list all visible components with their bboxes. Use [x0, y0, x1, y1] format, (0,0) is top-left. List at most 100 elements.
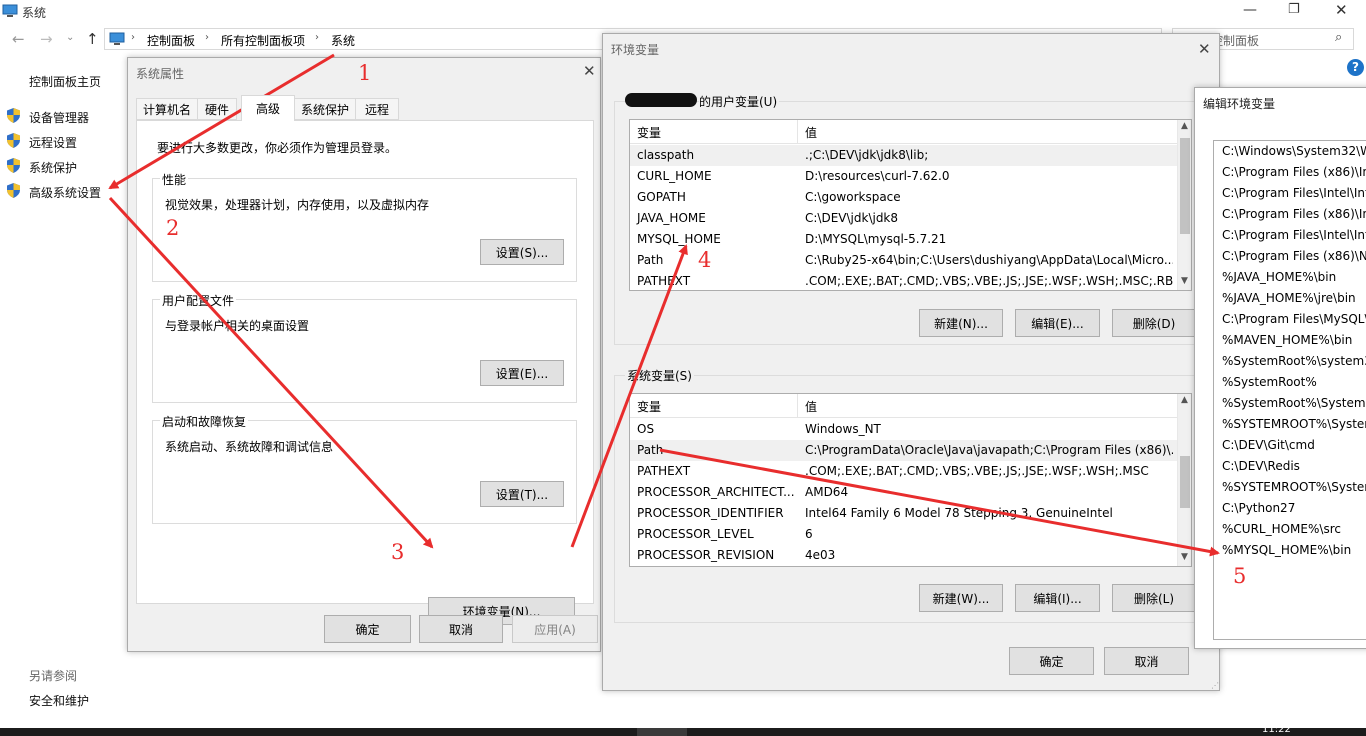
tab-remote[interactable]: 远程: [355, 98, 399, 120]
cancel-button[interactable]: 取消: [419, 615, 503, 643]
sidebar-item-label[interactable]: 远程设置: [29, 134, 77, 151]
breadcrumb-separator-icon: ›: [131, 32, 135, 43]
path-entry[interactable]: C:\Python27: [1222, 501, 1295, 515]
table-row[interactable]: CURL_HOME D:\resources\curl-7.62.0: [630, 166, 1191, 187]
table-row[interactable]: Path C:\Ruby25-x64\bin;C:\Users\dushiyang…: [630, 250, 1191, 271]
path-entry[interactable]: C:\Program Files\Intel\Int: [1222, 186, 1366, 200]
sidebar-item-label[interactable]: 设备管理器: [29, 109, 89, 126]
breadcrumb-item[interactable]: 控制面板: [147, 32, 195, 49]
chevron-down-icon[interactable]: ⌄: [66, 32, 74, 43]
path-entry[interactable]: C:\Program Files\Intel\Int: [1222, 228, 1366, 242]
tab-hardware[interactable]: 硬件: [197, 98, 237, 120]
system-new-button[interactable]: 新建(W)...: [919, 584, 1003, 612]
path-entry[interactable]: C:\DEV\Redis: [1222, 459, 1300, 473]
path-entry[interactable]: %SystemRoot%\System3: [1222, 396, 1366, 410]
scroll-up-icon[interactable]: ▲: [1181, 395, 1188, 405]
tab-label: 系统保护: [300, 102, 349, 117]
system-edit-button[interactable]: 编辑(I)...: [1015, 584, 1100, 612]
user-new-button[interactable]: 新建(N)...: [919, 309, 1003, 337]
path-entry[interactable]: %CURL_HOME%\src: [1222, 522, 1341, 536]
group-description: 视觉效果，处理器计划，内存使用，以及虚拟内存: [165, 198, 430, 212]
sidebar-item-label[interactable]: 系统保护: [29, 159, 77, 176]
user-profile-settings-button[interactable]: 设置(E)...: [480, 360, 564, 386]
path-entry[interactable]: C:\Program Files (x86)\In: [1222, 207, 1366, 221]
path-entry[interactable]: %SystemRoot%\system32: [1222, 354, 1366, 368]
path-entry[interactable]: C:\Program Files (x86)\NV: [1222, 249, 1366, 263]
ok-button[interactable]: 确定: [324, 615, 411, 643]
tab-computer-name[interactable]: 计算机名: [136, 98, 198, 120]
vertical-scrollbar[interactable]: ▲ ▼: [1177, 394, 1191, 566]
back-icon[interactable]: ←: [12, 30, 25, 48]
table-row[interactable]: PATHEXT .COM;.EXE;.BAT;.CMD;.VBS;.VBE;.JS…: [630, 271, 1191, 290]
system-delete-button[interactable]: 删除(L): [1112, 584, 1196, 612]
table-row[interactable]: PROCESSOR_ARCHITECT... AMD64: [630, 482, 1191, 503]
startup-settings-button[interactable]: 设置(T)...: [480, 481, 564, 507]
apply-button[interactable]: 应用(A): [512, 615, 598, 643]
path-entry[interactable]: C:\Program Files (x86)\In: [1222, 165, 1366, 179]
user-delete-button[interactable]: 删除(D): [1112, 309, 1196, 337]
path-entry[interactable]: C:\Windows\System32\W: [1222, 144, 1366, 158]
tab-system-protection[interactable]: 系统保护: [294, 98, 356, 120]
taskbar-app[interactable]: [637, 728, 687, 736]
see-also-heading: 另请参阅: [29, 669, 78, 683]
table-row[interactable]: classpath .;C:\DEV\jdk\jdk8\lib;: [630, 145, 1191, 166]
column-header-variable[interactable]: 变量: [637, 124, 661, 141]
scroll-down-icon[interactable]: ▼: [1181, 552, 1188, 562]
column-header-value[interactable]: 值: [805, 398, 817, 415]
table-row[interactable]: PROCESSOR_REVISION 4e03: [630, 545, 1191, 566]
security-maintenance-link[interactable]: 安全和维护: [29, 692, 89, 709]
table-row[interactable]: OS Windows_NT: [630, 419, 1191, 440]
maximize-button[interactable]: ❐: [1288, 2, 1300, 17]
ok-button[interactable]: 确定: [1009, 647, 1094, 675]
system-variables-table[interactable]: 变量 值 OS Windows_NT Path C:\ProgramData\Orac…: [629, 393, 1192, 567]
path-entry[interactable]: %JAVA_HOME%\bin: [1222, 270, 1336, 284]
up-icon[interactable]: ↑: [86, 30, 99, 48]
table-row[interactable]: MYSQL_HOME D:\MYSQL\mysql-5.7.21: [630, 229, 1191, 250]
close-button[interactable]: ✕: [1335, 1, 1348, 19]
breadcrumb-item[interactable]: 所有控制面板项: [221, 32, 305, 49]
path-entry[interactable]: %MYSQL_HOME%\bin: [1222, 543, 1351, 557]
search-icon[interactable]: ⌕: [1335, 30, 1342, 45]
user-variables-table[interactable]: 变量 值 classpath .;C:\DEV\jdk\jdk8\lib; CURL…: [629, 119, 1192, 291]
variable-value: C:\DEV\jdk\jdk8: [805, 211, 899, 225]
table-row[interactable]: JAVA_HOME C:\DEV\jdk\jdk8: [630, 208, 1191, 229]
table-row[interactable]: PROCESSOR_IDENTIFIER Intel64 Family 6 Mod…: [630, 503, 1191, 524]
forward-icon[interactable]: →: [40, 30, 53, 48]
help-icon[interactable]: ?: [1347, 59, 1364, 76]
scroll-up-icon[interactable]: ▲: [1181, 121, 1188, 131]
close-icon[interactable]: ✕: [583, 62, 596, 80]
close-icon[interactable]: ✕: [1198, 40, 1211, 58]
variable-value: AMD64: [805, 485, 849, 499]
column-header-value[interactable]: 值: [805, 124, 817, 141]
vertical-scrollbar[interactable]: ▲ ▼: [1177, 120, 1191, 290]
path-entry[interactable]: C:\DEV\Git\cmd: [1222, 438, 1315, 452]
scroll-thumb[interactable]: [1180, 456, 1190, 508]
user-profile-group: 用户配置文件 与登录帐户相关的桌面设置 设置(E)...: [152, 292, 577, 403]
minimize-button[interactable]: —: [1243, 2, 1257, 18]
path-entry[interactable]: %MAVEN_HOME%\bin: [1222, 333, 1352, 347]
path-entry[interactable]: C:\Program Files\MySQL\: [1222, 312, 1366, 326]
user-edit-button[interactable]: 编辑(E)...: [1015, 309, 1100, 337]
resize-grip-icon[interactable]: ⋰: [1211, 681, 1219, 690]
table-row[interactable]: PROCESSOR_LEVEL 6: [630, 524, 1191, 545]
sidebar-home-link[interactable]: 控制面板主页: [29, 73, 101, 90]
path-entry[interactable]: %JAVA_HOME%\jre\bin: [1222, 291, 1356, 305]
table-row[interactable]: PATHEXT .COM;.EXE;.BAT;.CMD;.VBS;.VBE;.JS…: [630, 461, 1191, 482]
scroll-thumb[interactable]: [1180, 138, 1190, 234]
tab-advanced[interactable]: 高级: [241, 95, 295, 121]
group-description: 系统启动、系统故障和调试信息: [165, 440, 334, 454]
column-header-variable[interactable]: 变量: [637, 398, 661, 415]
control-panel-icon: [109, 32, 125, 45]
cancel-button[interactable]: 取消: [1104, 647, 1189, 675]
path-entry[interactable]: %SYSTEMROOT%\System: [1222, 417, 1366, 431]
sidebar-item-label[interactable]: 高级系统设置: [29, 184, 101, 201]
path-entry[interactable]: %SystemRoot%: [1222, 375, 1317, 389]
annotation-number: 4: [698, 248, 712, 272]
table-row[interactable]: GOPATH C:\goworkspace: [630, 187, 1191, 208]
startup-recovery-group: 启动和故障恢复 系统启动、系统故障和调试信息 设置(T)...: [152, 413, 577, 524]
breadcrumb-item[interactable]: 系统: [331, 32, 355, 49]
performance-settings-button[interactable]: 设置(S)...: [480, 239, 564, 265]
scroll-down-icon[interactable]: ▼: [1181, 276, 1188, 286]
table-row[interactable]: Path C:\ProgramData\Oracle\Java\javapath;…: [630, 440, 1191, 461]
path-entry[interactable]: %SYSTEMROOT%\System: [1222, 480, 1366, 494]
